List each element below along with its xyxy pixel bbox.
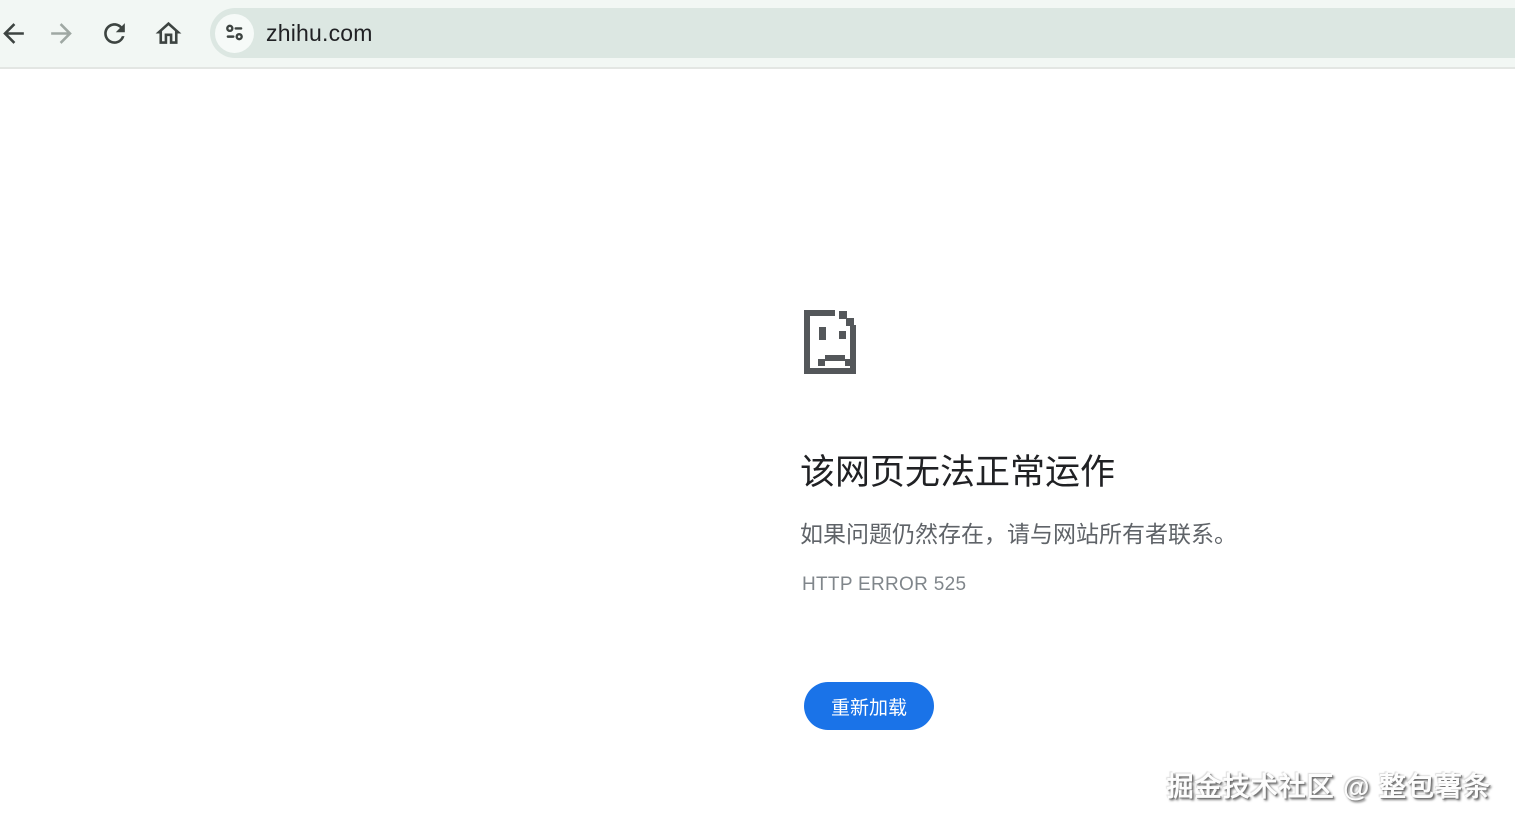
reload-icon (99, 18, 130, 52)
forward-arrow-icon (46, 18, 77, 52)
error-message: 如果问题仍然存在，请与网站所有者联系。 (800, 515, 1237, 549)
site-settings-button[interactable] (215, 14, 254, 53)
error-code: HTTP ERROR 525 (802, 574, 966, 596)
back-button[interactable] (0, 19, 29, 51)
site-settings-icon (222, 20, 247, 48)
browser-toolbar: zhihu.com (0, 0, 1515, 69)
error-title: 该网页无法正常运作 (800, 444, 1115, 495)
back-arrow-icon (0, 18, 29, 52)
forward-button[interactable] (45, 19, 77, 51)
watermark: 掘金技术社区 @ 整包薯条 (1167, 765, 1491, 804)
url-text: zhihu.com (266, 8, 373, 58)
error-page: 该网页无法正常运作 如果问题仍然存在，请与网站所有者联系。 HTTP ERROR… (0, 71, 1515, 818)
reload-page-button[interactable]: 重新加载 (804, 682, 934, 730)
address-bar[interactable]: zhihu.com (210, 8, 1515, 58)
reload-button[interactable] (98, 19, 130, 51)
home-button[interactable] (152, 19, 184, 51)
home-icon (153, 18, 184, 52)
